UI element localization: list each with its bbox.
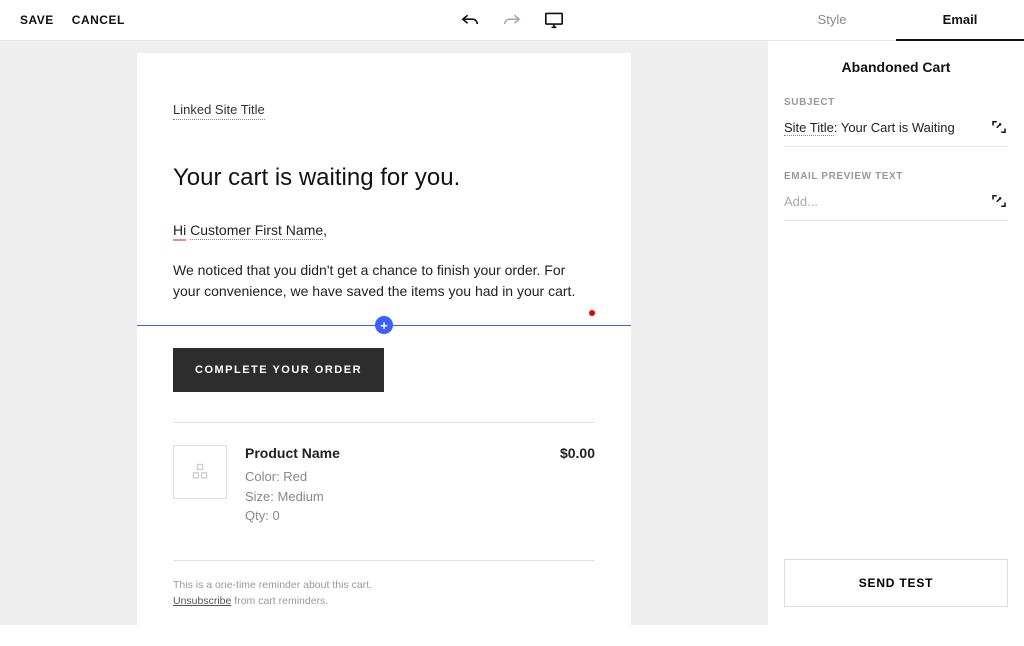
product-placeholder-icon xyxy=(173,445,227,499)
email-card: Linked Site Title Your cart is waiting f… xyxy=(137,53,631,646)
send-test-button[interactable]: SEND TEST xyxy=(784,559,1008,607)
panel-title: Abandoned Cart xyxy=(784,59,1008,75)
product-price: $0.00 xyxy=(560,445,595,461)
greeting-comma: , xyxy=(323,222,327,238)
subject-rest: : Your Cart is Waiting xyxy=(834,120,955,135)
toolbar-center xyxy=(459,9,565,31)
email-greeting[interactable]: Hi Customer First Name, xyxy=(173,222,595,238)
main-area: Linked Site Title Your cart is waiting f… xyxy=(0,41,1024,625)
top-toolbar: SAVE CANCEL Style Email xyxy=(0,0,1024,41)
save-button[interactable]: SAVE xyxy=(20,13,54,27)
preview-text-input[interactable] xyxy=(784,194,964,209)
redo-icon xyxy=(501,9,523,31)
tab-style[interactable]: Style xyxy=(768,0,896,41)
toolbar-left: SAVE CANCEL xyxy=(20,13,125,27)
preview-text-label: EMAIL PREVIEW TEXT xyxy=(784,171,1008,182)
subject-site-title-token[interactable]: Site Title xyxy=(784,120,834,136)
linked-site-title[interactable]: Linked Site Title xyxy=(173,102,265,120)
divider-2 xyxy=(173,560,595,561)
subject-field[interactable]: Site Title: Your Cart is Waiting xyxy=(784,118,1008,147)
color-value: Red xyxy=(283,469,307,484)
product-info: Product Name Color: Red Size: Medium Qty… xyxy=(245,445,542,526)
tabs-container: Style Email xyxy=(768,0,1024,41)
add-block-button[interactable]: + xyxy=(375,316,393,334)
insert-variable-icon[interactable] xyxy=(990,192,1008,210)
unsubscribe-link[interactable]: Unsubscribe xyxy=(173,595,231,607)
size-value: Medium xyxy=(278,489,324,504)
email-paragraph[interactable]: We noticed that you didn't get a chance … xyxy=(173,260,593,302)
preview-text-field[interactable] xyxy=(784,192,1008,221)
customer-name-token[interactable]: Customer First Name xyxy=(190,222,323,240)
complete-order-button[interactable]: COMPLETE YOUR ORDER xyxy=(173,348,384,392)
product-meta: Color: Red Size: Medium Qty: 0 xyxy=(245,467,542,526)
footer-rest: from cart reminders. xyxy=(231,595,328,607)
product-row: Product Name Color: Red Size: Medium Qty… xyxy=(173,445,595,526)
qty-label: Qty: xyxy=(245,508,272,523)
size-label: Size: xyxy=(245,489,278,504)
caret-indicator-icon xyxy=(589,310,595,316)
email-settings-panel: Abandoned Cart SUBJECT Site Title: Your … xyxy=(768,41,1024,625)
undo-icon[interactable] xyxy=(459,9,481,31)
subject-text: Site Title: Your Cart is Waiting xyxy=(784,120,955,135)
email-headline[interactable]: Your cart is waiting for you. xyxy=(173,164,595,192)
qty-value: 0 xyxy=(272,508,279,523)
email-canvas: Linked Site Title Your cart is waiting f… xyxy=(0,41,768,625)
desktop-preview-icon[interactable] xyxy=(543,9,565,31)
insert-variable-icon[interactable] xyxy=(990,118,1008,136)
divider xyxy=(173,422,595,423)
email-footer: This is a one-time reminder about this c… xyxy=(173,577,595,611)
greeting-hi: Hi xyxy=(173,222,186,241)
subject-label: SUBJECT xyxy=(784,97,1008,108)
product-name: Product Name xyxy=(245,445,542,461)
footer-line1: This is a one-time reminder about this c… xyxy=(173,577,595,594)
tab-email[interactable]: Email xyxy=(896,0,1024,41)
cancel-button[interactable]: CANCEL xyxy=(72,13,125,27)
color-label: Color: xyxy=(245,469,283,484)
